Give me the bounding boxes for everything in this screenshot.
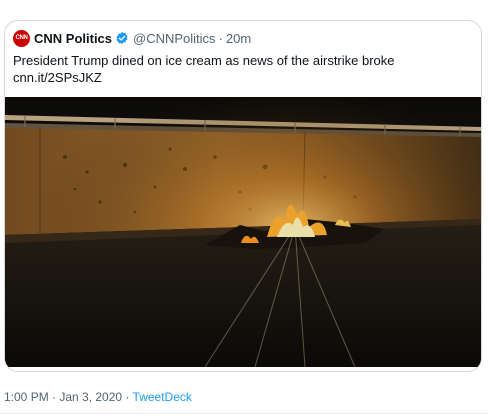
verified-badge-icon: [116, 31, 128, 45]
divider: [0, 413, 488, 414]
tweet-age[interactable]: 20m: [226, 31, 251, 46]
tweet-timestamp[interactable]: 1:00 PM · Jan 3, 2020 ·: [4, 390, 133, 404]
tweet-photo[interactable]: [5, 97, 481, 367]
tweet-footer: 1:00 PM · Jan 3, 2020 · TweetDeck: [4, 390, 192, 404]
meta-separator: ·: [218, 30, 223, 46]
tweet-link[interactable]: cnn.it/2SPsJKZ: [13, 69, 395, 86]
tweet-header: CNN CNN Politics @CNNPolitics · 20m: [13, 29, 251, 47]
author-name[interactable]: CNN Politics: [34, 31, 112, 46]
tweet-text-line: President Trump dined on ice cream as ne…: [13, 53, 395, 68]
cnn-logo-icon[interactable]: CNN: [13, 29, 30, 47]
author-handle[interactable]: @CNNPolitics: [133, 31, 216, 46]
tweet-source-link[interactable]: TweetDeck: [133, 390, 192, 404]
tweet-card[interactable]: CNN CNN Politics @CNNPolitics · 20m Pres…: [4, 20, 482, 372]
tweet-text: President Trump dined on ice cream as ne…: [13, 52, 395, 86]
